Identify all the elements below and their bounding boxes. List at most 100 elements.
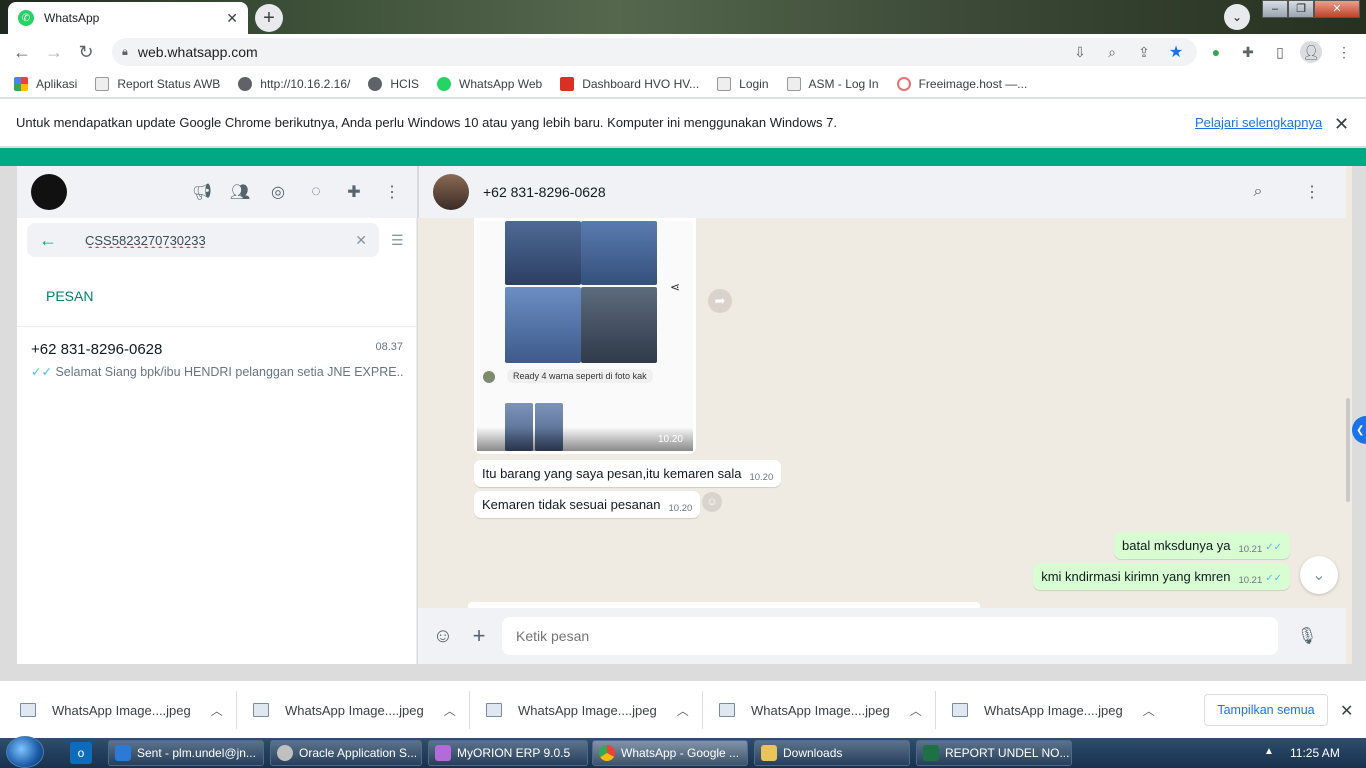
download-shelf: WhatsApp Image....jpeg ︿ WhatsApp Image..… [0, 680, 1366, 738]
freeimage-icon [896, 76, 911, 91]
infobar-close-icon[interactable]: ✕ [1334, 114, 1349, 135]
groups-icon[interactable]: 👥︎ [229, 181, 251, 203]
extensions-puzzle-icon[interactable]: ✚ [1238, 42, 1258, 62]
divider [236, 691, 237, 729]
search-chat-icon[interactable]: ⌕ [1247, 181, 1269, 203]
double-check-icon: ✓✓ [1265, 542, 1282, 553]
chat-menu-icon[interactable]: ⋮ [1301, 181, 1323, 203]
install-icon[interactable]: ⇩ [1070, 42, 1090, 62]
browser-tab[interactable]: ✆ WhatsApp ✕ [8, 2, 248, 34]
double-check-icon: ✓✓ [31, 365, 52, 379]
folder-icon [761, 745, 777, 761]
new-tab-button[interactable]: + [255, 4, 283, 32]
chrome-infobar: Untuk mendapatkan update Google Chrome b… [0, 99, 1366, 147]
message-time: 10.20 [668, 503, 693, 514]
bookmark-star-icon[interactable]: ★ [1166, 42, 1186, 62]
close-window-button[interactable]: ✕ [1314, 0, 1360, 18]
close-tab-icon[interactable]: ✕ [226, 10, 238, 27]
download-item[interactable]: WhatsApp Image....jpeg ︿ [719, 681, 922, 739]
share-icon[interactable]: ⋖ [666, 278, 684, 296]
maximize-button[interactable]: ❐ [1288, 0, 1314, 18]
microphone-icon[interactable]: 🎙︎ [1296, 625, 1318, 647]
bookmark-ip[interactable]: http://10.16.2.16/ [238, 76, 350, 91]
message-bubble-out[interactable]: kmi kndirmasi kirimn yang kmren 10.21 ✓✓ [1033, 563, 1290, 590]
forward-button[interactable]: → [38, 36, 70, 68]
jeans-photo [581, 221, 657, 285]
chevron-up-icon[interactable]: ︿ [211, 702, 223, 719]
status-icon[interactable]: ◎ [267, 181, 289, 203]
my-avatar[interactable] [31, 174, 67, 210]
reload-button[interactable]: ↻ [70, 36, 102, 68]
chat-header[interactable]: +62 831-8296-0628 ⌕ ⋮ [418, 166, 1349, 218]
show-all-downloads-button[interactable]: Tampilkan semua [1204, 694, 1328, 726]
share-icon[interactable]: ⇪ [1134, 42, 1154, 62]
message-input[interactable] [502, 617, 1278, 655]
page-scrollbar-thumb[interactable] [1346, 398, 1350, 502]
taskbar-item-outlook[interactable]: Sent - plm.undel@jn... [108, 740, 264, 766]
bookmark-apps[interactable]: Aplikasi [14, 76, 77, 91]
bookmark-hcis[interactable]: HCIS [368, 76, 419, 91]
zoom-icon[interactable]: ⌕ [1102, 42, 1122, 62]
attach-plus-icon[interactable]: + [468, 623, 490, 648]
bookmark-login[interactable]: Login [717, 76, 769, 91]
tray-expand-icon[interactable]: ▲ [1264, 746, 1274, 757]
download-item[interactable]: WhatsApp Image....jpeg ︿ [20, 681, 223, 739]
scroll-down-button[interactable]: ⌄ [1300, 556, 1338, 594]
close-download-shelf-icon[interactable]: ✕ [1340, 701, 1353, 721]
side-panel-icon[interactable]: ▯ [1270, 42, 1290, 62]
download-item[interactable]: WhatsApp Image....jpeg ︿ [952, 681, 1155, 739]
dashboard-icon [560, 76, 575, 91]
image-message[interactable]: Ready 4 warna seperti di foto kak 10.20 [474, 218, 696, 454]
tab-search-button[interactable]: ⌄ [1224, 4, 1250, 30]
download-item[interactable]: WhatsApp Image....jpeg ︿ [253, 681, 456, 739]
back-button[interactable]: ← [6, 36, 38, 68]
bookmark-asm[interactable]: ASM - Log In [786, 76, 879, 91]
page-icon [786, 76, 801, 91]
message-bubble-in[interactable]: Kemaren tidak sesuai pesanan 10.20 [474, 491, 701, 518]
react-emoji-icon[interactable]: ☺ [702, 492, 722, 512]
search-result-item[interactable]: +62 831-8296-0628 08.37 ✓✓ Selamat Siang… [17, 326, 417, 390]
chrome-menu-icon[interactable]: ⋮ [1334, 42, 1354, 62]
lock-icon: 🔒︎ [122, 45, 128, 58]
mail-icon [115, 745, 131, 761]
taskbar-item-oracle[interactable]: Oracle Application S... [270, 740, 422, 766]
taskbar-item-excel[interactable]: REPORT UNDEL NO... [916, 740, 1072, 766]
message-bubble-out[interactable]: batal mksdunya ya 10.21 ✓✓ [1114, 532, 1290, 559]
profile-avatar[interactable]: 👤︎ [1300, 41, 1322, 63]
download-item[interactable]: WhatsApp Image....jpeg ︿ [486, 681, 689, 739]
taskbar-item-downloads[interactable]: Downloads [754, 740, 910, 766]
bookmark-report-status[interactable]: Report Status AWB [95, 76, 220, 91]
filter-icon[interactable]: ☰ [391, 232, 404, 249]
taskbar-clock[interactable]: 11:25 AM [1290, 746, 1340, 760]
taskbar-item-chrome[interactable]: WhatsApp - Google ... [592, 740, 748, 766]
channels-icon[interactable]: ◌ [305, 181, 327, 203]
outlook-icon[interactable]: o [70, 742, 92, 764]
chevron-up-icon[interactable]: ︿ [444, 702, 456, 719]
menu-icon[interactable]: ⋮ [381, 181, 403, 203]
chat-list-panel: 📢︎ 👥︎ ◎ ◌ ✚ ⋮ ← ✕ ☰ PESAN +62 831-8296-0… [17, 166, 417, 664]
start-button[interactable] [6, 736, 44, 768]
new-chat-icon[interactable]: ✚ [343, 181, 365, 203]
forward-icon[interactable]: ➦ [708, 289, 732, 313]
bookmark-freeimage[interactable]: Freeimage.host —... [896, 76, 1027, 91]
bookmark-whatsapp-web[interactable]: WhatsApp Web [437, 76, 542, 91]
chevron-up-icon[interactable]: ︿ [910, 702, 922, 719]
minimize-button[interactable]: – [1262, 0, 1288, 18]
address-bar[interactable]: 🔒︎ web.whatsapp.com [112, 38, 1197, 66]
jeans-photo [505, 221, 581, 285]
back-arrow-icon[interactable]: ← [39, 230, 57, 251]
search-input[interactable] [85, 232, 356, 248]
bookmark-dashboard[interactable]: Dashboard HVO HV... [560, 76, 699, 91]
chevron-up-icon[interactable]: ︿ [1143, 702, 1155, 719]
clear-search-icon[interactable]: ✕ [355, 232, 367, 249]
extension-icon[interactable]: ● [1206, 42, 1226, 62]
chevron-up-icon[interactable]: ︿ [677, 702, 689, 719]
taskbar-item-myorion[interactable]: MyORION ERP 9.0.5 [428, 740, 588, 766]
message-time: 10.21 [1238, 575, 1263, 586]
infobar-learn-more-link[interactable]: Pelajari selengkapnya [1195, 115, 1322, 130]
contact-avatar[interactable] [433, 174, 469, 210]
emoji-icon[interactable]: ☺ [432, 625, 454, 647]
message-bubble-in[interactable]: Itu barang yang saya pesan,itu kemaren s… [474, 460, 782, 487]
communities-icon[interactable]: 📢︎ [191, 181, 213, 203]
message-text: batal mksdunya ya [1122, 538, 1231, 553]
